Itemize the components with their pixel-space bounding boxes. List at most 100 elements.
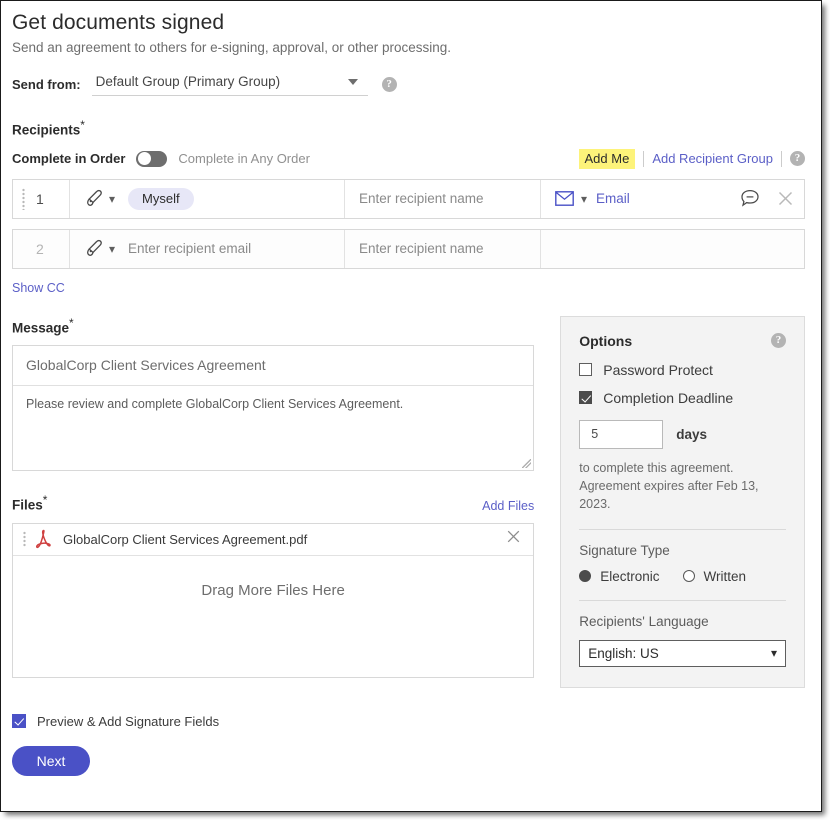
signature-type-written-label: Written: [703, 568, 747, 584]
preview-signature-fields-label: Preview & Add Signature Fields: [37, 713, 220, 729]
signature-type-radios: Electronic Written: [579, 569, 786, 584]
page-content: Get documents signed Send an agreement t…: [1, 1, 819, 811]
deadline-days-input[interactable]: 5: [579, 419, 664, 449]
help-icon-recipients[interactable]: ?: [790, 151, 805, 166]
left-column: Message* GlobalCorp Client Services Agre…: [12, 316, 535, 678]
recipient-row-1-actions: [740, 189, 794, 208]
recipient-method-label-1[interactable]: Email: [596, 191, 630, 206]
message-subject-input[interactable]: GlobalCorp Client Services Agreement: [13, 346, 534, 386]
footer: Preview & Add Signature Fields Next: [12, 714, 805, 776]
recipient-row-2-method-cell: [541, 230, 804, 268]
recipient-name-placeholder-1: Enter recipient name: [359, 191, 484, 206]
password-protect-checkbox[interactable]: [579, 363, 593, 376]
recipients-language-select[interactable]: English: US ▾: [579, 639, 786, 667]
recipient-email-placeholder-2: Enter recipient email: [128, 241, 252, 256]
recipients-toolbar-actions: Add Me Add Recipient Group ?: [578, 148, 805, 169]
preview-signature-fields-row[interactable]: Preview & Add Signature Fields: [12, 714, 805, 729]
close-icon: [507, 530, 520, 543]
table-row: 1 ▾ Myself Enter recipient name ▾ Email: [12, 178, 805, 219]
chevron-down-icon[interactable]: ▾: [581, 193, 587, 205]
recipient-row-1-number: 1: [36, 190, 44, 207]
table-row: 2 ▾ Enter recipient email Enter recipien…: [12, 228, 805, 269]
email-icon[interactable]: [555, 191, 574, 206]
recipient-row-1-index-cell: 1: [13, 179, 70, 218]
deadline-days-row: 5 days: [579, 419, 786, 449]
help-icon-send-from[interactable]: ?: [381, 76, 397, 92]
completion-deadline-row[interactable]: Completion Deadline: [579, 390, 786, 406]
recipients-section-label: Recipients*: [12, 118, 805, 138]
message-section-label: Message*: [12, 316, 534, 336]
options-title-row: Options ?: [579, 332, 786, 349]
recipient-row-2-index-cell: 2: [13, 229, 70, 268]
signature-type-electronic-label: Electronic: [600, 568, 660, 584]
recipient-role-selector-1[interactable]: ▾: [84, 189, 115, 208]
page-subtitle: Send an agreement to others for e-signin…: [12, 40, 452, 55]
signature-type-written-radio[interactable]: [682, 570, 695, 583]
recipient-row-1-email-cell[interactable]: ▾ Myself: [70, 179, 345, 218]
send-from-dropdown[interactable]: Default Group (Primary Group): [91, 72, 368, 96]
recipients-required-marker: *: [80, 118, 85, 132]
signature-type-electronic-radio[interactable]: [579, 570, 592, 583]
options-title: Options: [579, 332, 633, 349]
recipient-row-2-email-cell[interactable]: ▾ Enter recipient email: [70, 229, 345, 268]
files-header: Files* Add Files: [12, 493, 534, 513]
chevron-down-icon: ▾: [770, 646, 777, 661]
password-protect-label: Password Protect: [603, 361, 713, 378]
send-from-label: Send from:: [12, 76, 81, 92]
main-columns: Message* GlobalCorp Client Services Agre…: [12, 315, 805, 688]
files-box: GlobalCorp Client Services Agreement.pdf…: [12, 522, 535, 678]
recipients-label-text: Recipients: [12, 122, 81, 138]
deadline-note-line1: to complete this agreement.: [579, 460, 734, 475]
toolbar-divider-1: [643, 150, 645, 167]
deadline-note-line2: Agreement expires after Feb 13, 2023.: [579, 478, 759, 511]
signature-pen-icon: [87, 189, 102, 206]
page-title: Get documents signed: [12, 11, 225, 34]
files-required-marker: *: [42, 493, 48, 507]
message-bubble-icon[interactable]: [740, 189, 760, 208]
complete-any-order-label: Complete in Any Order: [178, 151, 310, 166]
files-section-label: Files*: [12, 493, 47, 513]
complete-in-order-label: Complete in Order: [12, 151, 126, 166]
drag-handle-icon[interactable]: [22, 187, 25, 210]
options-panel: Options ? Password Protect Completion De…: [560, 315, 805, 688]
send-from-row: Send from: Default Group (Primary Group)…: [12, 72, 805, 96]
message-required-marker: *: [69, 315, 74, 330]
recipient-role-selector-2[interactable]: ▾: [84, 239, 115, 258]
options-divider-1: [579, 528, 786, 530]
add-me-button[interactable]: Add Me: [578, 148, 636, 169]
deadline-note: to complete this agreement. Agreement ex…: [579, 459, 786, 513]
password-protect-row[interactable]: Password Protect: [579, 362, 786, 378]
recipient-row-1-name-cell[interactable]: Enter recipient name: [345, 179, 541, 218]
drop-zone-label: Drag More Files Here: [201, 581, 345, 599]
add-recipient-group-button[interactable]: Add Recipient Group: [652, 151, 773, 166]
recipient-row-2-name-cell[interactable]: Enter recipient name: [345, 229, 541, 268]
list-item: GlobalCorp Client Services Agreement.pdf: [13, 524, 534, 556]
remove-file-button[interactable]: [506, 529, 521, 549]
preview-signature-fields-checkbox[interactable]: [12, 714, 26, 729]
drag-handle-icon[interactable]: [23, 531, 26, 547]
next-button[interactable]: Next: [12, 745, 90, 776]
completion-deadline-label: Completion Deadline: [603, 389, 734, 406]
recipient-name-placeholder-2: Enter recipient name: [359, 241, 484, 256]
recipients-language-label: Recipients' Language: [579, 613, 709, 629]
resize-handle-icon[interactable]: [522, 459, 532, 468]
recipient-myself-pill[interactable]: Myself: [128, 187, 194, 210]
add-files-button[interactable]: Add Files: [482, 499, 534, 513]
right-column: Options ? Password Protect Completion De…: [560, 315, 805, 688]
complete-order-toggle[interactable]: [136, 150, 168, 167]
options-divider-2: [579, 599, 786, 601]
message-body-text: Please review and complete GlobalCorp Cl…: [26, 397, 404, 411]
help-icon-options[interactable]: ?: [771, 332, 786, 348]
message-box: GlobalCorp Client Services Agreement Ple…: [12, 345, 535, 471]
recipients-language-value: English: US: [588, 645, 659, 661]
signature-pen-icon: [87, 239, 102, 256]
toolbar-divider-2: [781, 150, 782, 167]
send-from-value: Default Group (Primary Group): [95, 74, 281, 89]
show-cc-link[interactable]: Show CC: [12, 281, 65, 295]
file-drop-zone[interactable]: Drag More Files Here: [13, 556, 533, 677]
close-icon[interactable]: [777, 190, 794, 207]
message-body-textarea[interactable]: Please review and complete GlobalCorp Cl…: [13, 386, 533, 470]
completion-deadline-checkbox[interactable]: [579, 391, 593, 404]
file-name-label: GlobalCorp Client Services Agreement.pdf: [63, 531, 308, 547]
application-window: Get documents signed Send an agreement t…: [0, 0, 822, 812]
